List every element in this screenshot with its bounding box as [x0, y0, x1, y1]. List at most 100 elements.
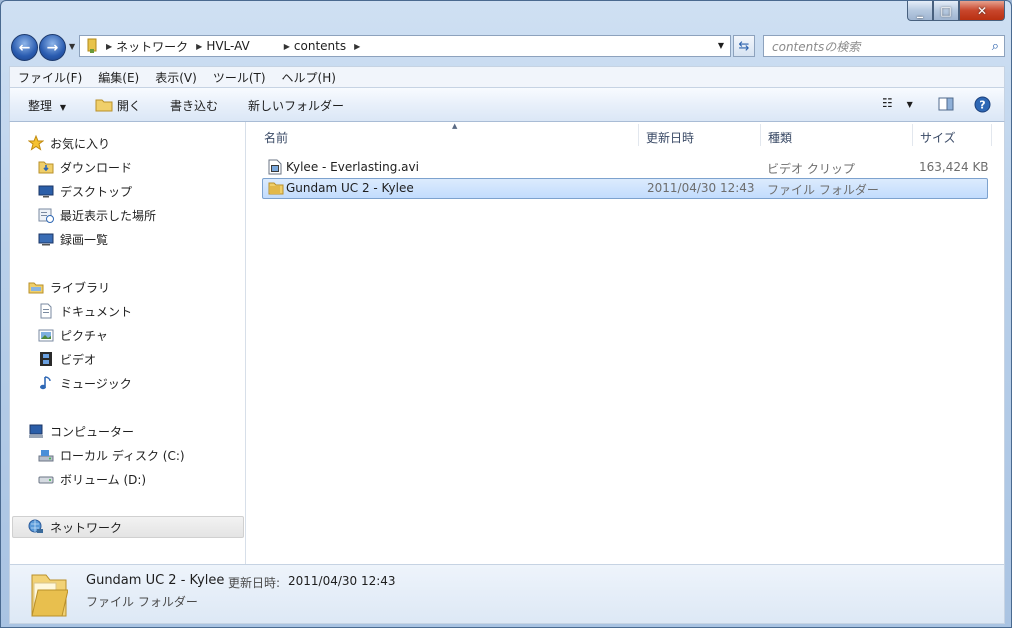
- details-name: Gundam UC 2 - Kylee: [86, 573, 225, 588]
- details-date-label: 更新日時:: [228, 576, 281, 590]
- breadcrumb-hvl-av[interactable]: HVL-AV: [206, 39, 249, 53]
- close-icon: ✕: [976, 3, 988, 18]
- breadcrumb-arrow-icon[interactable]: ▶: [354, 42, 360, 51]
- star-icon: [28, 135, 44, 151]
- recorded-tv-icon: [38, 231, 54, 247]
- column-name[interactable]: 名前: [264, 129, 288, 146]
- tree-downloads[interactable]: ダウンロード: [38, 157, 132, 177]
- column-date[interactable]: 更新日時: [646, 129, 694, 146]
- menu-help[interactable]: ヘルプ(H): [274, 69, 344, 86]
- change-view-button[interactable]: ☷ ▼: [882, 96, 913, 110]
- folder-open-icon: [95, 98, 113, 115]
- menu-tools[interactable]: ツール(T): [205, 69, 274, 86]
- tree-recorded-tv[interactable]: 録画一覧: [38, 229, 108, 249]
- recent-pages-dropdown[interactable]: ▼: [69, 42, 75, 51]
- back-arrow-icon: ←: [18, 39, 31, 56]
- recent-places-icon: [38, 207, 54, 223]
- organize-label: 整理: [28, 99, 53, 113]
- burn-button[interactable]: 書き込む: [170, 97, 218, 114]
- svg-text:?: ?: [979, 99, 985, 112]
- tree-label: デスクトップ: [60, 184, 133, 199]
- content-area: お気に入り ダウンロード デスクトップ 最近表示した場所 録画一覧 ライブラリ: [9, 122, 1005, 564]
- back-button[interactable]: ←: [11, 34, 38, 61]
- forward-arrow-icon: →: [46, 39, 59, 56]
- open-button[interactable]: 開く: [95, 97, 141, 115]
- music-note-icon: [38, 375, 54, 391]
- breadcrumb-arrow-icon[interactable]: ▶: [106, 42, 112, 51]
- pictures-icon: [38, 327, 54, 343]
- help-button[interactable]: ?: [974, 96, 991, 116]
- drive-icon: [38, 471, 54, 487]
- video-file-icon: [268, 159, 282, 178]
- tree-music[interactable]: ミュージック: [38, 373, 132, 393]
- details-date-value: 2011/04/30 12:43: [288, 574, 396, 588]
- tree-label: ボリューム (D:): [60, 472, 147, 487]
- search-input[interactable]: contentsの検索: [772, 38, 860, 55]
- tree-label: ビデオ: [60, 352, 97, 367]
- search-box[interactable]: contentsの検索 ⌕: [763, 35, 1005, 57]
- folder-icon: [268, 180, 284, 199]
- tree-volume-d[interactable]: ボリューム (D:): [38, 469, 146, 489]
- column-size[interactable]: サイズ: [920, 129, 956, 146]
- command-bar: 整理 ▼ 開く 書き込む 新しいフォルダー ☷ ▼ ?: [9, 88, 1005, 122]
- file-name: Gundam UC 2 - Kylee: [286, 181, 414, 195]
- chevron-down-icon: ▼: [906, 100, 913, 109]
- tree-recent-places[interactable]: 最近表示した場所: [38, 205, 156, 225]
- details-pane: Gundam UC 2 - Kylee 更新日時: 2011/04/30 12:…: [9, 564, 1005, 624]
- new-folder-button[interactable]: 新しいフォルダー: [248, 97, 344, 114]
- column-type[interactable]: 種類: [768, 129, 792, 146]
- tree-computer[interactable]: コンピューター: [28, 421, 134, 441]
- tree-desktop[interactable]: デスクトップ: [38, 181, 132, 201]
- forward-button[interactable]: →: [39, 34, 66, 61]
- tree-label: ドキュメント: [60, 304, 133, 319]
- tree-local-disk-c[interactable]: ローカル ディスク (C:): [38, 445, 185, 465]
- address-history-dropdown-icon[interactable]: ▼: [718, 41, 724, 50]
- tree-label: ピクチャ: [60, 328, 108, 343]
- new-folder-label: 新しいフォルダー: [248, 99, 345, 113]
- menu-view[interactable]: 表示(V): [147, 69, 205, 86]
- refresh-button[interactable]: ⇆: [733, 35, 755, 57]
- maximize-icon: □: [940, 3, 952, 18]
- details-type: ファイル フォルダー: [86, 595, 198, 609]
- close-button[interactable]: ✕: [959, 1, 1005, 21]
- column-divider[interactable]: [760, 124, 761, 146]
- tree-label: ダウンロード: [60, 160, 133, 175]
- tree-libraries[interactable]: ライブラリ: [28, 277, 110, 297]
- tree-network[interactable]: ネットワーク: [28, 517, 122, 537]
- libraries-icon: [28, 279, 44, 295]
- tree-documents[interactable]: ドキュメント: [38, 301, 132, 321]
- column-divider[interactable]: [638, 124, 639, 146]
- breadcrumb-network[interactable]: ネットワーク: [116, 38, 188, 55]
- tree-label: ライブラリ: [50, 280, 111, 295]
- file-date: 2011/04/30 12:43: [647, 181, 755, 195]
- menu-file[interactable]: ファイル(F): [10, 69, 90, 86]
- maximize-button[interactable]: □: [933, 1, 959, 21]
- tree-label: コンピューター: [50, 424, 135, 439]
- column-divider[interactable]: [912, 124, 913, 146]
- view-list-icon: ☷: [882, 96, 893, 110]
- tree-videos[interactable]: ビデオ: [38, 349, 96, 369]
- column-divider[interactable]: [991, 124, 992, 146]
- organize-button[interactable]: 整理 ▼: [28, 97, 66, 114]
- tree-pictures[interactable]: ピクチャ: [38, 325, 108, 345]
- breadcrumb-arrow-icon[interactable]: ▶: [196, 42, 202, 51]
- address-bar[interactable]: ▶ ネットワーク ▶ HVL-AV ▶ contents ▶ ▼: [79, 35, 731, 57]
- preview-pane-button[interactable]: [938, 96, 954, 115]
- tree-label: 最近表示した場所: [60, 208, 157, 223]
- tree-label: ミュージック: [60, 376, 132, 391]
- tree-label: ローカル ディスク (C:): [60, 448, 185, 463]
- tree-label: お気に入り: [50, 136, 111, 151]
- breadcrumb-arrow-icon[interactable]: ▶: [284, 42, 290, 51]
- file-row[interactable]: Kylee - Everlasting.avi ビデオ クリップ 163,424…: [262, 157, 989, 178]
- minimize-icon: _: [917, 3, 923, 18]
- breadcrumb-contents[interactable]: contents: [294, 39, 346, 53]
- tree-favorites[interactable]: お気に入り: [28, 133, 110, 153]
- burn-label: 書き込む: [170, 99, 219, 113]
- caption-buttons: _ □ ✕: [907, 1, 1005, 21]
- minimize-button[interactable]: _: [907, 1, 933, 21]
- menu-edit[interactable]: 編集(E): [90, 69, 147, 86]
- desktop-icon: [38, 183, 54, 199]
- file-row-selected[interactable]: Gundam UC 2 - Kylee 2011/04/30 12:43 ファイ…: [262, 178, 988, 199]
- search-icon[interactable]: ⌕: [992, 39, 999, 54]
- large-folder-icon: [28, 569, 69, 622]
